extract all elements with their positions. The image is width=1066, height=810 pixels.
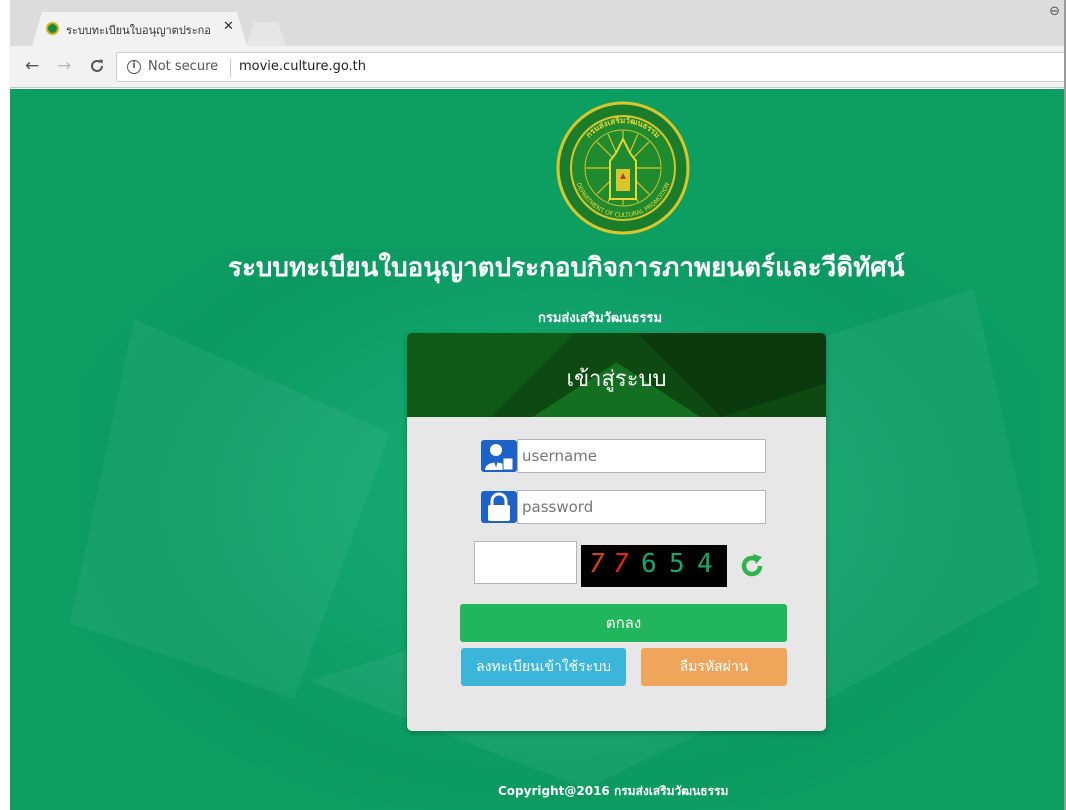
omnibox-divider — [230, 59, 231, 77]
password-input[interactable] — [517, 490, 766, 524]
page-subtitle: กรมส่งเสริมวัฒนธรรม — [538, 311, 663, 326]
security-status[interactable]: Not secure — [148, 59, 218, 74]
captcha-digit: 5 — [669, 549, 685, 579]
submit-button[interactable]: ตกลง — [460, 604, 787, 642]
refresh-icon[interactable] — [737, 551, 767, 581]
info-icon[interactable]: i — [127, 60, 141, 74]
page-body: กรมส่งเสริมวัฒนธรรม DEPARTMENT OF CULTUR… — [10, 89, 1066, 810]
captcha-digit: 6 — [641, 549, 657, 579]
captcha-image: 7 7 6 5 4 — [581, 545, 727, 587]
back-arrow-icon[interactable]: ← — [25, 56, 39, 76]
lock-icon — [481, 491, 517, 523]
browser-tab-bar: ระบบทะเบียนใบอนุญาตประกอ ✕ ⊖ — [0, 0, 1066, 46]
login-card: เข้าสู่ระบบ username 7 7 6 5 4 ตกลง ลงทะ… — [407, 333, 826, 731]
login-card-header: เข้าสู่ระบบ — [407, 333, 826, 417]
window-user-icon[interactable]: ⊖ — [1049, 4, 1060, 19]
url-text[interactable]: movie.culture.go.th — [239, 59, 366, 74]
address-bar: ← → i Not secure movie.culture.go.th — [10, 46, 1066, 88]
username-field — [481, 439, 766, 473]
department-seal-logo: กรมส่งเสริมวัฒนธรรม DEPARTMENT OF CULTUR… — [556, 101, 690, 235]
password-field — [481, 490, 766, 524]
url-input[interactable]: i Not secure movie.culture.go.th — [116, 52, 1066, 82]
captcha-digit: 4 — [697, 549, 713, 579]
forward-arrow-icon[interactable]: → — [57, 56, 71, 76]
register-button[interactable]: ลงทะเบียนเข้าใช้ระบบ — [461, 648, 626, 686]
favicon-icon — [46, 22, 59, 35]
reload-icon[interactable] — [89, 56, 105, 79]
page-title: ระบบทะเบียนใบอนุญาตประกอบกิจการภาพยนตร์แ… — [228, 253, 905, 283]
footer-copyright: Copyright@2016 กรมส่งเสริมวัฒนธรรม — [498, 784, 729, 798]
forgot-password-button[interactable]: ลืมรหัสผ่าน — [641, 648, 787, 686]
tab-title: ระบบทะเบียนใบอนุญาตประกอ — [66, 24, 211, 37]
user-icon — [481, 440, 517, 472]
captcha-digit: 7 — [613, 549, 629, 579]
captcha-digit: 7 — [589, 549, 605, 579]
captcha-input[interactable] — [474, 541, 577, 584]
tab-close-icon[interactable]: ✕ — [223, 19, 234, 34]
username-input[interactable] — [517, 439, 766, 473]
browser-tab[interactable]: ระบบทะเบียนใบอนุญาตประกอ ✕ — [32, 12, 247, 46]
login-heading: เข้าสู่ระบบ — [566, 367, 667, 392]
new-tab-button[interactable] — [246, 22, 286, 46]
